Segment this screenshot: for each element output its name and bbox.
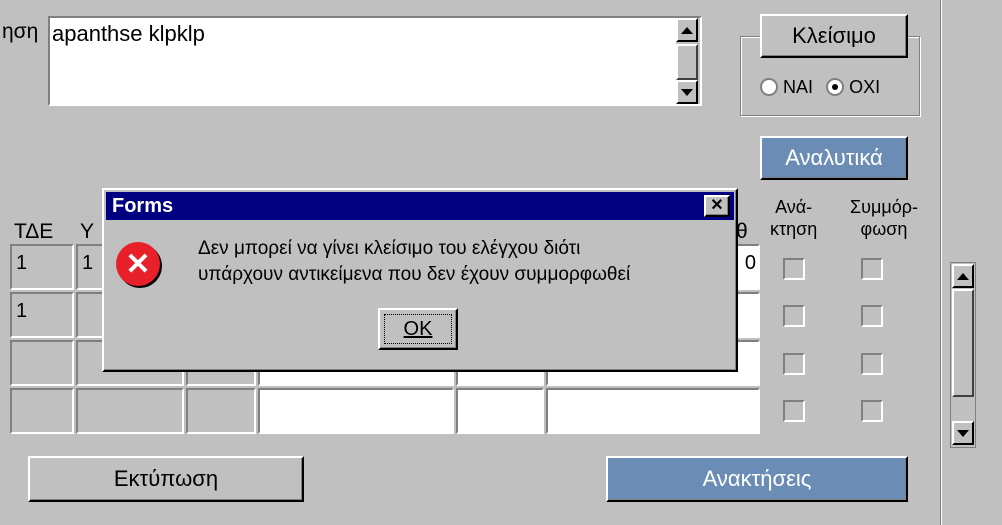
dialog-message: Δεν μπορεί να γίνει κλείσιμο του ελέγχου… xyxy=(198,236,630,288)
cell-c3[interactable] xyxy=(186,388,256,434)
print-button-label: Εκτύπωση xyxy=(113,466,219,491)
rows-scroll-thumb[interactable] xyxy=(952,289,974,397)
recoveries-button-label: Ανακτήσεις xyxy=(702,466,812,491)
analytics-button-label: Αναλυτικά xyxy=(785,145,883,170)
rows-scrollbar[interactable] xyxy=(950,262,976,448)
radio-yes-label: ΝΑΙ xyxy=(783,76,814,97)
error-icon: ✕ xyxy=(116,242,160,286)
rows-scroll-down-button[interactable] xyxy=(952,421,974,445)
compliance-checkbox[interactable] xyxy=(861,353,883,375)
dialog-message-line1: Δεν μπορεί να γίνει κλείσιμο του ελέγχου… xyxy=(198,238,581,259)
arrow-up-icon xyxy=(957,272,969,280)
arrow-down-icon xyxy=(681,88,693,96)
header-tde: ΤΔΕ xyxy=(14,220,54,243)
close-button-label: Κλείσιμο xyxy=(792,23,876,48)
cell-c4[interactable] xyxy=(258,388,454,434)
dialog-title-bar[interactable]: Forms ✕ xyxy=(106,192,734,220)
arrow-down-icon xyxy=(957,429,969,437)
right-separator xyxy=(940,0,942,525)
compliance-checkbox[interactable] xyxy=(861,400,883,422)
cell-tde[interactable] xyxy=(10,388,74,434)
cell-th[interactable] xyxy=(546,388,760,434)
print-button[interactable]: Εκτύπωση xyxy=(28,456,304,502)
scroll-up-button[interactable] xyxy=(676,18,698,42)
rows-scroll-up-button[interactable] xyxy=(952,264,974,288)
scroll-down-button[interactable] xyxy=(676,80,698,104)
dialog-ok-label: OK xyxy=(403,317,433,340)
recovery-checkbox[interactable] xyxy=(783,258,805,280)
dialog-ok-button[interactable]: OK xyxy=(378,308,458,350)
header-recovery: Ανά- κτηση xyxy=(770,197,818,239)
description-textarea[interactable]: apanthse klpklp xyxy=(48,16,702,106)
recovery-checkbox[interactable] xyxy=(783,353,805,375)
recoveries-button[interactable]: Ανακτήσεις xyxy=(606,456,908,502)
cell-c5[interactable] xyxy=(456,388,544,434)
closing-radio-group: ΝΑΙ ΟΧΙ xyxy=(760,76,880,98)
dialog-title: Forms xyxy=(112,195,174,217)
cell-y[interactable] xyxy=(76,388,184,434)
scroll-thumb[interactable] xyxy=(676,44,698,80)
description-label: ηση xyxy=(2,20,39,43)
analytics-button[interactable]: Αναλυτικά xyxy=(760,136,908,180)
recovery-checkbox[interactable] xyxy=(783,400,805,422)
arrow-up-icon xyxy=(681,26,693,34)
header-y: Υ xyxy=(80,220,95,243)
cell-tde[interactable]: 1 xyxy=(10,292,74,338)
description-scrollbar[interactable] xyxy=(676,18,700,104)
cell-tde[interactable] xyxy=(10,340,74,386)
recovery-checkbox[interactable] xyxy=(783,305,805,327)
dialog-message-line2: υπάρχουν αντικείμενα που δεν έχουν συμμο… xyxy=(198,264,631,285)
radio-no-label: ΟΧΙ xyxy=(849,76,881,97)
header-compliance: Συμμόρ- φωση xyxy=(850,197,918,239)
compliance-checkbox[interactable] xyxy=(861,305,883,327)
cell-tde[interactable]: 1 xyxy=(10,244,74,290)
radio-no[interactable] xyxy=(826,78,845,97)
compliance-checkbox[interactable] xyxy=(861,258,883,280)
dialog-close-button[interactable]: ✕ xyxy=(704,195,730,217)
radio-yes[interactable] xyxy=(760,78,778,97)
error-icon-glyph: ✕ xyxy=(125,247,151,281)
description-text: apanthse klpklp xyxy=(52,21,205,46)
close-button[interactable]: Κλείσιμο xyxy=(760,14,908,58)
error-dialog: Forms ✕ ✕ Δεν μπορεί να γίνει κλείσιμο τ… xyxy=(102,188,738,372)
close-icon: ✕ xyxy=(710,197,724,214)
